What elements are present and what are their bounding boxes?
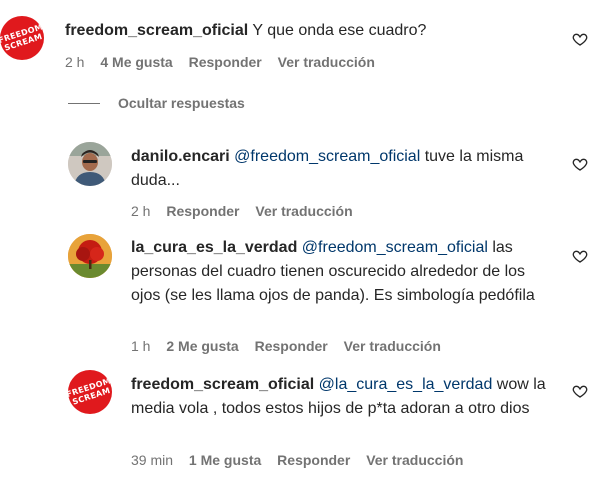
comment-text: Y que onda ese cuadro?	[252, 22, 427, 39]
reply-button[interactable]: Responder	[189, 54, 262, 70]
likes-count[interactable]: 1 Me gusta	[189, 452, 261, 468]
translate-button[interactable]: Ver traducción	[344, 338, 441, 354]
timestamp[interactable]: 1 h	[131, 338, 150, 354]
translate-button[interactable]: Ver traducción	[278, 54, 375, 70]
translate-button[interactable]: Ver traducción	[366, 452, 463, 468]
comment-body: la_cura_es_la_verdad @freedom_scream_ofi…	[131, 236, 551, 308]
username[interactable]: danilo.encari	[131, 148, 230, 165]
avatar[interactable]: FREEDOM SCREAM	[0, 16, 44, 60]
likes-count[interactable]: 4 Me gusta	[100, 54, 172, 70]
hide-replies-toggle[interactable]: Ocultar respuestas	[68, 95, 245, 111]
timestamp[interactable]: 2 h	[131, 203, 150, 219]
username[interactable]: freedom_scream_oficial	[65, 22, 248, 39]
hide-replies-label[interactable]: Ocultar respuestas	[118, 95, 245, 111]
comment-meta: 1 h 2 Me gusta Responder Ver traducción	[131, 338, 453, 354]
heart-icon[interactable]	[572, 248, 588, 264]
mention-link[interactable]: @la_cura_es_la_verdad	[319, 376, 493, 393]
translate-button[interactable]: Ver traducción	[255, 203, 352, 219]
reply-button[interactable]: Responder	[277, 452, 350, 468]
comment-meta: 39 min 1 Me gusta Responder Ver traducci…	[131, 452, 475, 468]
avatar[interactable]	[68, 142, 112, 186]
reply-button[interactable]: Responder	[255, 338, 328, 354]
likes-count[interactable]: 2 Me gusta	[166, 338, 238, 354]
comment-body: freedom_scream_oficial Y que onda ese cu…	[65, 19, 565, 43]
timestamp[interactable]: 39 min	[131, 452, 173, 468]
comment-body: freedom_scream_oficial @la_cura_es_la_ve…	[131, 373, 551, 421]
timestamp[interactable]: 2 h	[65, 54, 84, 70]
comment-meta: 2 h Responder Ver traducción	[131, 203, 365, 219]
comment-body: danilo.encari @freedom_scream_oficial tu…	[131, 145, 551, 193]
username[interactable]: freedom_scream_oficial	[131, 376, 314, 393]
heart-icon[interactable]	[572, 156, 588, 172]
comment-meta: 2 h 4 Me gusta Responder Ver traducción	[65, 54, 387, 70]
freedom-scream-logo: FREEDOM SCREAM	[0, 22, 44, 53]
avatar[interactable]: FREEDOM SCREAM	[68, 370, 112, 414]
heart-icon[interactable]	[572, 383, 588, 399]
username[interactable]: la_cura_es_la_verdad	[131, 239, 297, 256]
heart-icon[interactable]	[572, 31, 588, 47]
reply-button[interactable]: Responder	[166, 203, 239, 219]
red-tree-icon	[68, 234, 112, 278]
mention-link[interactable]: @freedom_scream_oficial	[234, 148, 420, 165]
divider-line	[68, 102, 100, 104]
person-photo-icon	[68, 142, 112, 186]
freedom-scream-logo: FREEDOM SCREAM	[68, 376, 112, 407]
mention-link[interactable]: @freedom_scream_oficial	[302, 239, 488, 256]
avatar[interactable]	[68, 234, 112, 278]
